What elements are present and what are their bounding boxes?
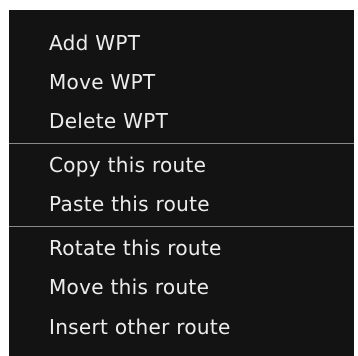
menu-item-paste-route[interactable]: Paste this route — [9, 185, 354, 223]
menu-separator — [9, 143, 354, 144]
menu-item-delete-wpt[interactable]: Delete WPT — [9, 102, 354, 140]
menu-item-rotate-route[interactable]: Rotate this route — [9, 229, 354, 267]
menu-frame: Add WPT Move WPT Delete WPT Copy this ro… — [0, 0, 358, 356]
menu-item-copy-route[interactable]: Copy this route — [9, 146, 354, 184]
menu-item-add-wpt[interactable]: Add WPT — [9, 24, 354, 62]
route-context-menu: Add WPT Move WPT Delete WPT Copy this ro… — [9, 10, 354, 356]
menu-separator — [9, 226, 354, 227]
menu-item-move-route[interactable]: Move this route — [9, 268, 354, 306]
menu-item-insert-other-route[interactable]: Insert other route — [9, 308, 354, 346]
menu-item-move-wpt[interactable]: Move WPT — [9, 63, 354, 101]
